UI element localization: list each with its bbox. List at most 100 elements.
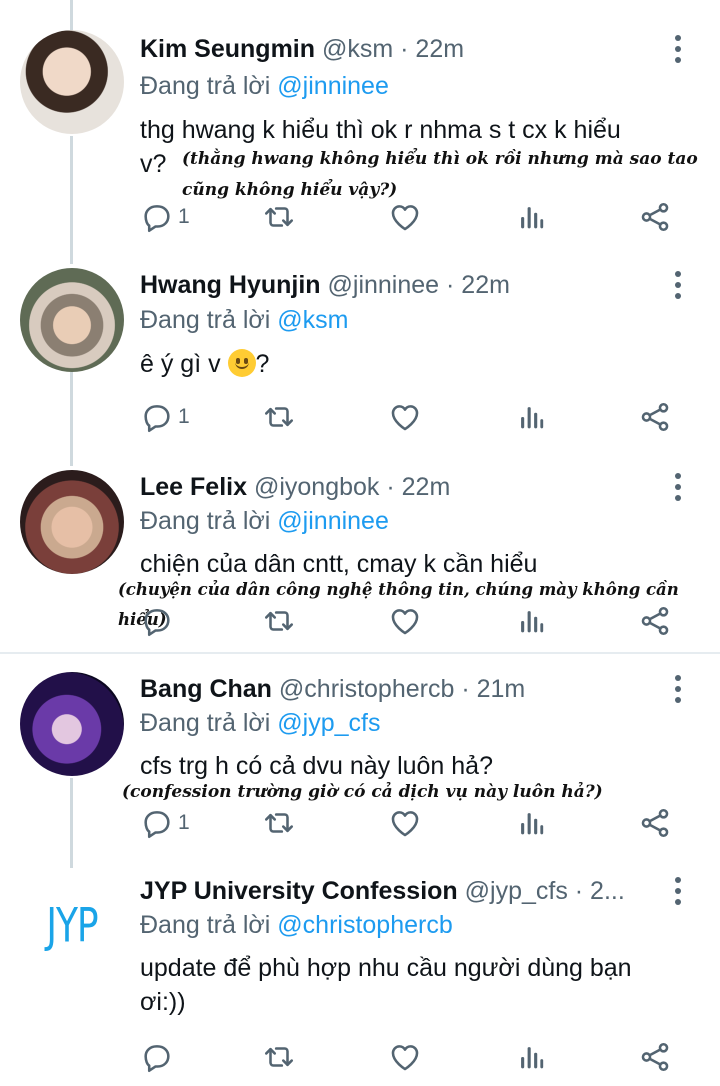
like-button[interactable] (388, 806, 422, 840)
tweet-text-part: ê ý gì v (140, 350, 228, 378)
tweet-text-line: v? (140, 150, 167, 178)
reply-button[interactable] (140, 604, 178, 638)
reply-button[interactable]: 1 (140, 806, 190, 840)
reply-thread: Kim Seungmin @ksm · 22m Đang trả lời @ji… (0, 0, 720, 1086)
view-stats-icon (514, 604, 548, 638)
tweet-text: ê ý gì v ? (140, 346, 700, 382)
tweet-text-line: update để phù hợp nhu cầu người dùng bạn (140, 954, 632, 982)
view-stats-button[interactable] (514, 604, 548, 638)
reply-button[interactable]: 1 (140, 400, 190, 434)
tweet-text-line: thg hwang k hiểu thì ok r nhma s t cx k … (140, 116, 621, 144)
reply-icon (140, 806, 174, 840)
view-stats-icon (514, 1040, 548, 1074)
more-options-icon[interactable] (664, 470, 692, 504)
reply-mention-link[interactable]: @ksm (277, 306, 348, 334)
replying-to-label: Đang trả lời (140, 306, 271, 334)
retweet-icon (262, 806, 296, 840)
avatar[interactable] (20, 30, 124, 134)
reply-mention-link[interactable]: @jyp_cfs (277, 709, 380, 737)
share-icon (638, 604, 672, 638)
display-name[interactable]: Bang Chan (140, 675, 272, 703)
tweet-header: Bang Chan @christophercb · 21m (140, 672, 660, 706)
retweet-icon (262, 1040, 296, 1074)
tweet-jyp-university-confession[interactable]: JYP JYP University Confession @jyp_cfs ·… (0, 844, 720, 1086)
display-name[interactable]: Kim Seungmin (140, 35, 315, 63)
retweet-button[interactable] (262, 200, 296, 234)
display-name[interactable]: Hwang Hyunjin (140, 271, 321, 299)
more-options-icon[interactable] (664, 32, 692, 66)
retweet-icon (262, 400, 296, 434)
share-button[interactable] (638, 1040, 672, 1074)
display-name[interactable]: JYP University Confession (140, 877, 458, 905)
retweet-icon (262, 200, 296, 234)
reply-icon (140, 400, 174, 434)
translation-note: (confession trường giờ có cả dịch vụ này… (122, 782, 603, 802)
timestamp[interactable]: · 22m (386, 473, 450, 501)
avatar[interactable] (20, 268, 124, 372)
tweet-bang-chan[interactable]: Bang Chan @christophercb · 21m Đang trả … (0, 642, 720, 862)
tweet-lee-felix[interactable]: Lee Felix @iyongbok · 22m Đang trả lời @… (0, 440, 720, 652)
tweet-header: Lee Felix @iyongbok · 22m (140, 470, 660, 504)
replying-to-label: Đang trả lời (140, 507, 271, 535)
avatar[interactable]: JYP (20, 874, 124, 978)
jyp-logo: JYP (46, 899, 98, 953)
like-icon (388, 400, 422, 434)
tweet-actions: 1 (140, 400, 700, 434)
reply-mention-link[interactable]: @christophercb (277, 911, 452, 939)
reply-button[interactable] (140, 1040, 178, 1074)
replying-to-label: Đang trả lời (140, 72, 271, 100)
user-handle[interactable]: @ksm (322, 35, 393, 63)
user-handle[interactable]: @jinninee (328, 271, 440, 299)
like-icon (388, 1040, 422, 1074)
tweet-header: Hwang Hyunjin @jinninee · 22m (140, 268, 660, 302)
tweet-text-line: ơi:)) (140, 988, 186, 1016)
view-stats-button[interactable] (514, 400, 548, 434)
user-handle[interactable]: @jyp_cfs · 2... (465, 877, 625, 905)
avatar[interactable] (20, 672, 124, 776)
view-stats-button[interactable] (514, 806, 548, 840)
share-button[interactable] (638, 200, 672, 234)
user-handle[interactable]: @christophercb (279, 675, 454, 703)
share-button[interactable] (638, 604, 672, 638)
share-icon (638, 1040, 672, 1074)
reply-count: 1 (178, 205, 190, 228)
reply-icon (140, 200, 174, 234)
more-options-icon[interactable] (664, 874, 692, 908)
more-options-icon[interactable] (664, 672, 692, 706)
timestamp[interactable]: · 22m (446, 271, 510, 299)
translation-note: (thằng hwang không hiểu thì ok rồi nhưng… (182, 149, 698, 169)
view-stats-button[interactable] (514, 200, 548, 234)
tweet-hwang-hyunjin[interactable]: Hwang Hyunjin @jinninee · 22m Đang trả l… (0, 238, 720, 458)
reply-count: 1 (178, 405, 190, 428)
reply-mention-link[interactable]: @jinninee (277, 507, 389, 535)
share-icon (638, 400, 672, 434)
tweet-header: JYP University Confession @jyp_cfs · 2..… (140, 874, 660, 908)
tweet-text-part: ? (255, 350, 270, 378)
replying-to-label: Đang trả lời (140, 911, 271, 939)
share-button[interactable] (638, 400, 672, 434)
timestamp[interactable]: · 22m (400, 35, 464, 63)
more-options-icon[interactable] (664, 268, 692, 302)
view-stats-icon (514, 806, 548, 840)
view-stats-icon (514, 200, 548, 234)
view-stats-button[interactable] (514, 1040, 548, 1074)
reply-mention-link[interactable]: @jinninee (277, 72, 389, 100)
reply-button[interactable]: 1 (140, 200, 190, 234)
tweet-kim-seungmin[interactable]: Kim Seungmin @ksm · 22m Đang trả lời @ji… (0, 0, 720, 258)
retweet-button[interactable] (262, 806, 296, 840)
like-button[interactable] (388, 400, 422, 434)
like-button[interactable] (388, 1040, 422, 1074)
avatar[interactable] (20, 470, 124, 574)
display-name[interactable]: Lee Felix (140, 473, 247, 501)
replying-to: Đang trả lời @ksm (140, 303, 349, 337)
like-button[interactable] (388, 200, 422, 234)
retweet-button[interactable] (262, 400, 296, 434)
user-handle[interactable]: @iyongbok (254, 473, 379, 501)
retweet-button[interactable] (262, 604, 296, 638)
like-icon (388, 806, 422, 840)
timestamp[interactable]: · 21m (461, 675, 525, 703)
like-button[interactable] (388, 604, 422, 638)
retweet-button[interactable] (262, 1040, 296, 1074)
share-button[interactable] (638, 806, 672, 840)
view-stats-icon (514, 400, 548, 434)
